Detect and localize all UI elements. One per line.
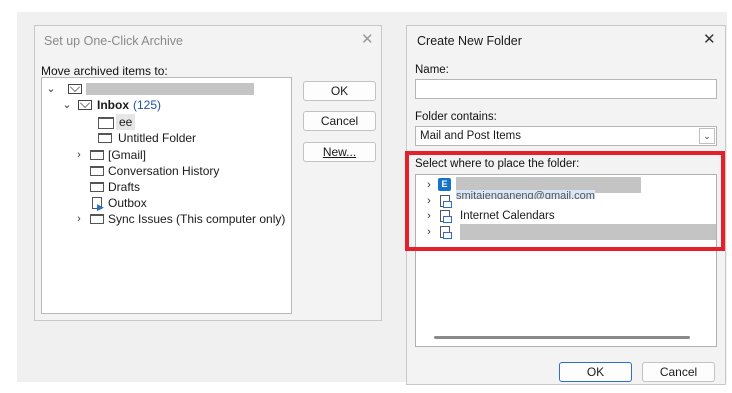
- folder-icon: [90, 150, 104, 160]
- close-icon[interactable]: ✕: [703, 30, 716, 48]
- contains-select[interactable]: Mail and Post Items ⌄: [415, 126, 717, 146]
- untitled-label: Untitled Folder: [118, 131, 197, 145]
- inbox-count: (125): [133, 98, 162, 112]
- name-label: Name:: [415, 64, 449, 76]
- outbox-label: Outbox: [108, 196, 147, 210]
- folder-icon: [90, 182, 104, 192]
- chevron-down-icon[interactable]: ⌄: [46, 81, 56, 97]
- horizontal-scrollbar[interactable]: [434, 336, 690, 339]
- inbox-label: Inbox: [97, 98, 129, 112]
- cancel-button[interactable]: Cancel: [642, 362, 715, 382]
- chevron-right-icon[interactable]: ›: [74, 211, 84, 227]
- conversation-label: Conversation History: [108, 164, 220, 178]
- ee-label: ee: [116, 114, 136, 130]
- outbox-arrow-icon: ▶: [97, 202, 104, 212]
- archive-dialog: Set up One-Click Archive ✕ Move archived…: [34, 25, 382, 321]
- dialog-title: Set up One-Click Archive: [44, 34, 183, 48]
- chevron-down-icon[interactable]: ⌄: [699, 128, 715, 144]
- folder-icon: [90, 214, 104, 224]
- folder-icon: [90, 166, 104, 176]
- ok-button[interactable]: OK: [303, 81, 376, 101]
- folder-icon: [98, 133, 112, 143]
- drafts-label: Drafts: [108, 180, 141, 194]
- redacted-account: [86, 83, 254, 95]
- folder-tree[interactable]: ⌄ ⌄ Inbox (125) ee Untitled Folder › [Gm…: [41, 77, 292, 314]
- ok-button[interactable]: OK: [559, 362, 632, 382]
- dialog-title: Create New Folder: [417, 34, 522, 48]
- cancel-button[interactable]: Cancel: [303, 111, 376, 131]
- folder-icon: [98, 117, 114, 129]
- chevron-right-icon[interactable]: ›: [74, 147, 84, 163]
- sync-label: Sync Issues (This computer only): [108, 212, 286, 226]
- new-folder-button[interactable]: New...: [303, 142, 376, 162]
- gmail-label: [Gmail]: [108, 148, 147, 162]
- mail-icon: [78, 100, 92, 110]
- contains-label: Folder contains:: [415, 111, 497, 123]
- mail-icon: [68, 84, 82, 94]
- close-icon[interactable]: ✕: [361, 30, 374, 48]
- contains-value: Mail and Post Items: [420, 130, 521, 142]
- highlight-box: [405, 151, 725, 251]
- chevron-down-icon[interactable]: ⌄: [62, 97, 72, 113]
- name-input[interactable]: [415, 79, 717, 99]
- move-label: Move archived items to:: [41, 64, 168, 78]
